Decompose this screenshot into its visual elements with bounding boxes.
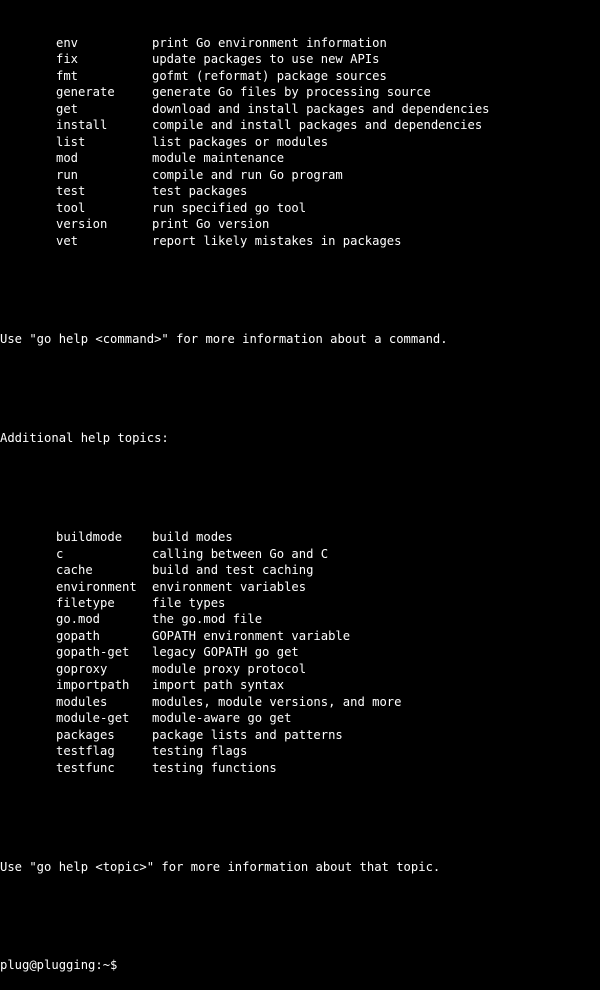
topic-row: modulesmodules, module versions, and mor… bbox=[0, 694, 600, 710]
topic-list: buildmodebuild modesccalling between Go … bbox=[0, 529, 600, 776]
command-row: vetreport likely mistakes in packages bbox=[0, 233, 600, 249]
command-row: modmodule maintenance bbox=[0, 150, 600, 166]
command-desc: gofmt (reformat) package sources bbox=[152, 69, 387, 83]
command-desc: download and install packages and depend… bbox=[152, 102, 490, 116]
command-name: env bbox=[56, 35, 152, 51]
command-name: vet bbox=[56, 233, 152, 249]
topic-row: buildmodebuild modes bbox=[0, 529, 600, 545]
topic-name: testfunc bbox=[56, 760, 152, 776]
topic-row: importpathimport path syntax bbox=[0, 677, 600, 693]
topic-desc: package lists and patterns bbox=[152, 728, 343, 742]
topic-name: filetype bbox=[56, 595, 152, 611]
blank-line bbox=[0, 282, 600, 299]
topic-name: go.mod bbox=[56, 611, 152, 627]
topic-desc: GOPATH environment variable bbox=[152, 629, 350, 643]
command-name: install bbox=[56, 117, 152, 133]
shell-prompt[interactable]: plug@plugging:~$ bbox=[0, 957, 600, 973]
topic-name: cache bbox=[56, 562, 152, 578]
topic-help-hint: Use "go help <topic>" for more informati… bbox=[0, 859, 600, 875]
command-name: fmt bbox=[56, 68, 152, 84]
topic-row: packagespackage lists and patterns bbox=[0, 727, 600, 743]
topic-desc: modules, module versions, and more bbox=[152, 695, 401, 709]
topic-name: packages bbox=[56, 727, 152, 743]
command-row: toolrun specified go tool bbox=[0, 200, 600, 216]
command-help-hint: Use "go help <command>" for more informa… bbox=[0, 331, 600, 347]
topic-name: importpath bbox=[56, 677, 152, 693]
topic-name: environment bbox=[56, 579, 152, 595]
topic-name: c bbox=[56, 546, 152, 562]
command-name: fix bbox=[56, 51, 152, 67]
blank-line bbox=[0, 381, 600, 398]
topics-header: Additional help topics: bbox=[0, 430, 600, 446]
topic-row: testfunctesting functions bbox=[0, 760, 600, 776]
command-row: fmtgofmt (reformat) package sources bbox=[0, 68, 600, 84]
topic-desc: environment variables bbox=[152, 580, 306, 594]
topic-name: goproxy bbox=[56, 661, 152, 677]
topic-row: module-getmodule-aware go get bbox=[0, 710, 600, 726]
command-name: version bbox=[56, 216, 152, 232]
command-row: runcompile and run Go program bbox=[0, 167, 600, 183]
command-name: mod bbox=[56, 150, 152, 166]
command-desc: print Go version bbox=[152, 217, 269, 231]
command-row: generategenerate Go files by processing … bbox=[0, 84, 600, 100]
topic-desc: build modes bbox=[152, 530, 233, 544]
topic-desc: the go.mod file bbox=[152, 612, 262, 626]
terminal[interactable]: envprint Go environment informationfixup… bbox=[0, 0, 600, 990]
command-desc: list packages or modules bbox=[152, 135, 328, 149]
command-desc: print Go environment information bbox=[152, 36, 387, 50]
command-desc: test packages bbox=[152, 184, 247, 198]
topic-row: filetypefile types bbox=[0, 595, 600, 611]
command-desc: update packages to use new APIs bbox=[152, 52, 379, 66]
topic-desc: testing functions bbox=[152, 761, 277, 775]
topic-desc: module-aware go get bbox=[152, 711, 291, 725]
command-row: listlist packages or modules bbox=[0, 134, 600, 150]
topic-name: gopath-get bbox=[56, 644, 152, 660]
command-list: envprint Go environment informationfixup… bbox=[0, 35, 600, 249]
topic-row: gopath-getlegacy GOPATH go get bbox=[0, 644, 600, 660]
command-row: versionprint Go version bbox=[0, 216, 600, 232]
blank-line bbox=[0, 480, 600, 497]
topic-desc: calling between Go and C bbox=[152, 547, 328, 561]
topic-desc: legacy GOPATH go get bbox=[152, 645, 299, 659]
topic-desc: build and test caching bbox=[152, 563, 313, 577]
command-row: installcompile and install packages and … bbox=[0, 117, 600, 133]
topic-desc: testing flags bbox=[152, 744, 247, 758]
command-name: list bbox=[56, 134, 152, 150]
blank-line bbox=[0, 809, 600, 826]
command-row: envprint Go environment information bbox=[0, 35, 600, 51]
command-row: testtest packages bbox=[0, 183, 600, 199]
command-name: tool bbox=[56, 200, 152, 216]
topic-desc: module proxy protocol bbox=[152, 662, 306, 676]
topic-desc: file types bbox=[152, 596, 225, 610]
command-desc: compile and install packages and depende… bbox=[152, 118, 482, 132]
topic-row: gopathGOPATH environment variable bbox=[0, 628, 600, 644]
topic-row: testflagtesting flags bbox=[0, 743, 600, 759]
topic-desc: import path syntax bbox=[152, 678, 284, 692]
command-desc: compile and run Go program bbox=[152, 168, 343, 182]
command-desc: run specified go tool bbox=[152, 201, 306, 215]
topic-row: cachebuild and test caching bbox=[0, 562, 600, 578]
topic-row: ccalling between Go and C bbox=[0, 546, 600, 562]
command-row: getdownload and install packages and dep… bbox=[0, 101, 600, 117]
topic-row: environmentenvironment variables bbox=[0, 579, 600, 595]
command-row: fixupdate packages to use new APIs bbox=[0, 51, 600, 67]
topic-row: goproxymodule proxy protocol bbox=[0, 661, 600, 677]
topic-name: module-get bbox=[56, 710, 152, 726]
command-desc: module maintenance bbox=[152, 151, 284, 165]
command-desc: report likely mistakes in packages bbox=[152, 234, 401, 248]
command-name: generate bbox=[56, 84, 152, 100]
command-name: run bbox=[56, 167, 152, 183]
command-desc: generate Go files by processing source bbox=[152, 85, 431, 99]
topic-name: gopath bbox=[56, 628, 152, 644]
topic-name: testflag bbox=[56, 743, 152, 759]
command-name: test bbox=[56, 183, 152, 199]
topic-row: go.modthe go.mod file bbox=[0, 611, 600, 627]
topic-name: buildmode bbox=[56, 529, 152, 545]
topic-name: modules bbox=[56, 694, 152, 710]
blank-line bbox=[0, 908, 600, 925]
command-name: get bbox=[56, 101, 152, 117]
